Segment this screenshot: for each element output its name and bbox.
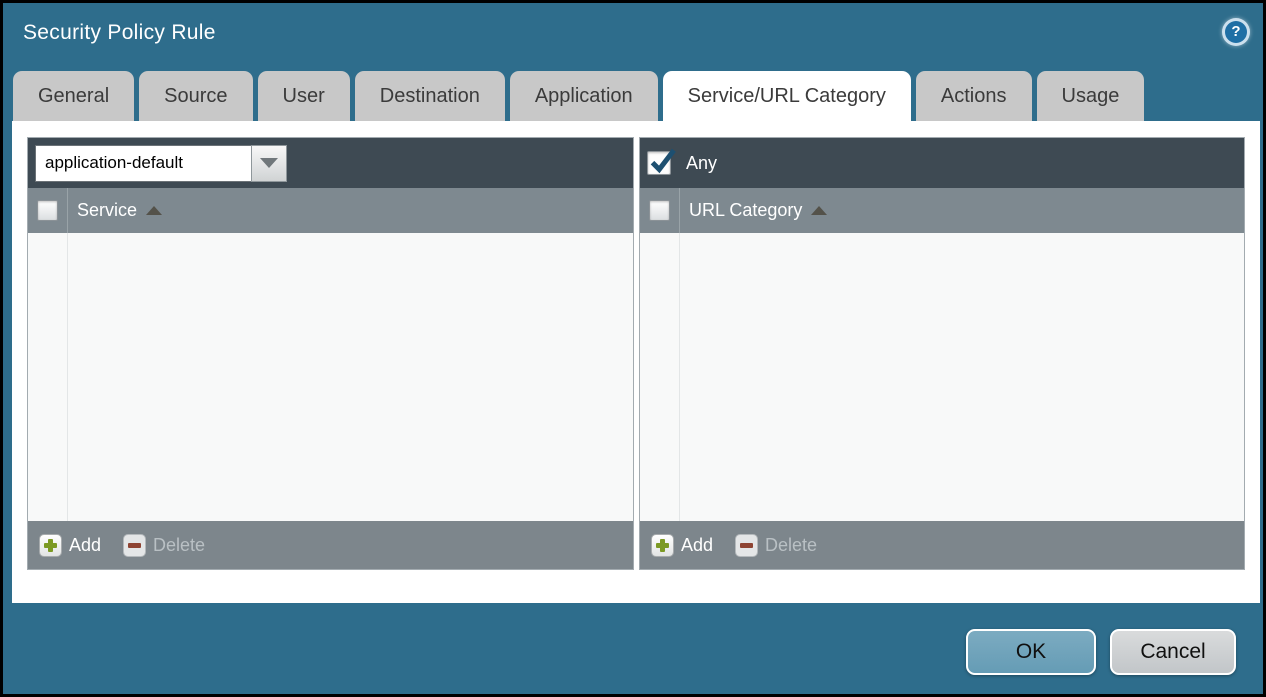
service-list (28, 233, 633, 521)
url-category-column-label[interactable]: URL Category (689, 200, 802, 221)
help-icon[interactable]: ? (1222, 18, 1250, 46)
plus-icon (651, 534, 674, 557)
url-category-select-all-checkbox[interactable] (649, 200, 670, 221)
ok-button[interactable]: OK (966, 629, 1096, 675)
service-column-label[interactable]: Service (77, 200, 137, 221)
url-category-toolbar: Add Delete (640, 521, 1244, 569)
delete-button-label: Delete (765, 535, 817, 556)
tab-source[interactable]: Source (139, 71, 252, 121)
list-column-separator (679, 233, 680, 521)
service-type-combo (35, 145, 287, 182)
column-separator (67, 188, 68, 233)
tab-service-url-category[interactable]: Service/URL Category (663, 71, 911, 121)
dropdown-arrow-icon (260, 158, 278, 168)
security-policy-rule-dialog: Security Policy Rule ? GeneralSourceUser… (0, 0, 1266, 697)
tab-bar: GeneralSourceUserDestinationApplicationS… (13, 71, 1144, 121)
service-type-input[interactable] (35, 145, 251, 182)
sort-asc-icon[interactable] (146, 206, 162, 215)
minus-icon (735, 534, 758, 557)
plus-icon (39, 534, 62, 557)
tab-application[interactable]: Application (510, 71, 658, 121)
service-type-dropdown-button[interactable] (251, 145, 287, 182)
url-category-column-header: URL Category (640, 188, 1244, 233)
url-category-list (640, 233, 1244, 521)
add-button-label: Add (681, 535, 713, 556)
service-panel-header (28, 138, 633, 188)
tab-user[interactable]: User (258, 71, 350, 121)
service-column-header: Service (28, 188, 633, 233)
service-delete-button[interactable]: Delete (123, 534, 205, 557)
url-category-header-checkbox-cell (640, 200, 679, 221)
url-category-panel: Any URL Category Add (639, 137, 1245, 570)
tab-usage[interactable]: Usage (1037, 71, 1145, 121)
any-checkbox[interactable] (647, 151, 671, 175)
url-category-add-button[interactable]: Add (651, 534, 713, 557)
dialog-title: Security Policy Rule (23, 21, 216, 45)
tab-destination[interactable]: Destination (355, 71, 505, 121)
url-category-panel-header: Any (640, 138, 1244, 188)
column-separator (679, 188, 680, 233)
service-header-checkbox-cell (28, 200, 67, 221)
tab-general[interactable]: General (13, 71, 134, 121)
service-panel: Service Add Delete (27, 137, 634, 570)
list-column-separator (67, 233, 68, 521)
dialog-content: Service Add Delete (12, 121, 1260, 603)
cancel-button[interactable]: Cancel (1110, 629, 1236, 675)
tab-actions[interactable]: Actions (916, 71, 1032, 121)
any-checkbox-label: Any (686, 153, 717, 174)
minus-icon (123, 534, 146, 557)
service-toolbar: Add Delete (28, 521, 633, 569)
service-add-button[interactable]: Add (39, 534, 101, 557)
service-select-all-checkbox[interactable] (37, 200, 58, 221)
url-category-delete-button[interactable]: Delete (735, 534, 817, 557)
delete-button-label: Delete (153, 535, 205, 556)
add-button-label: Add (69, 535, 101, 556)
sort-asc-icon[interactable] (811, 206, 827, 215)
